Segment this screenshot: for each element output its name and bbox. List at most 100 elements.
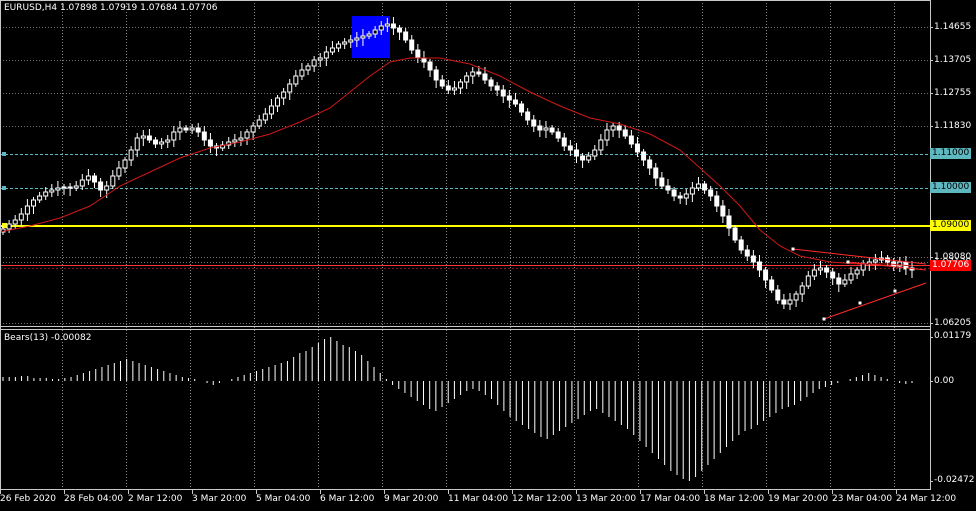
indicator-scale-label: -0.02472 [934, 475, 975, 485]
candle-body [628, 135, 634, 145]
candle-body [634, 143, 640, 153]
candle-body [299, 69, 305, 77]
time-label: 3 Mar 20:00 [192, 494, 247, 504]
candle-body [555, 131, 561, 139]
candle-body [360, 35, 366, 39]
candle-body [720, 205, 726, 217]
candle-body [329, 47, 335, 53]
candle-body [98, 181, 104, 191]
candle-body [506, 95, 512, 101]
candle-body [6, 223, 12, 230]
candle-body [775, 289, 781, 301]
candle-body [549, 127, 555, 133]
candle-body [140, 135, 146, 139]
time-label: 28 Feb 04:00 [64, 494, 124, 504]
candle-body [714, 195, 720, 207]
candle-body [451, 87, 457, 91]
time-label: 12 Mar 12:00 [512, 494, 573, 504]
price-label: 1.12755 [934, 88, 972, 98]
candle-body [281, 91, 287, 99]
bears-histogram [2, 337, 913, 481]
candle-body [445, 85, 451, 91]
candlesticks [0, 17, 915, 310]
candle-body [525, 111, 531, 121]
candle-body [695, 183, 701, 189]
candle-body [128, 149, 134, 161]
trendline [823, 282, 927, 320]
candle-body [665, 185, 671, 191]
candle-body [830, 271, 836, 279]
candle-body [531, 119, 537, 127]
candle-body [31, 199, 37, 207]
level-handle [2, 186, 6, 190]
candle-body [500, 89, 506, 97]
candle-body [769, 279, 775, 291]
candle-body [586, 155, 592, 161]
indicator-scale-label: 0.00 [934, 376, 955, 386]
candle-body [519, 103, 525, 113]
candle-body [73, 185, 79, 189]
candle-body [67, 186, 73, 189]
time-label: 17 Mar 04:00 [640, 494, 701, 504]
candle-body [317, 57, 323, 61]
candle-body [848, 273, 854, 281]
candle-body [824, 267, 830, 273]
candle-body [439, 79, 445, 87]
current-price-tag: 1.07706 [930, 260, 972, 271]
candle-body [494, 85, 500, 91]
candle-body [610, 125, 616, 131]
candle-body [323, 51, 329, 59]
candle-body [763, 269, 769, 281]
candle-body [805, 275, 811, 287]
candle-body [415, 49, 421, 59]
candle-body [397, 27, 403, 33]
candle-body [738, 239, 744, 251]
time-label: 24 Mar 12:00 [896, 494, 957, 504]
candle-body [49, 189, 55, 193]
candle-body [189, 127, 195, 131]
candle-body [305, 65, 311, 71]
candle-body [641, 151, 647, 161]
candle-body [427, 61, 433, 71]
candle-body [250, 125, 256, 133]
candle-body [647, 159, 653, 169]
candle-body [622, 129, 628, 137]
time-label: 6 Mar 12:00 [320, 494, 375, 504]
candle-body [537, 125, 543, 131]
candle-body [24, 205, 30, 215]
candle-body [122, 159, 128, 169]
trendline-point [846, 260, 850, 264]
candle-body [238, 137, 244, 141]
candle-body [342, 41, 348, 45]
candle-body [604, 129, 610, 141]
candle-body [85, 175, 91, 181]
candle-body [561, 137, 567, 147]
candle-body [732, 227, 738, 241]
candle-body [677, 195, 683, 199]
time-label: 19 Mar 20:00 [768, 494, 829, 504]
candle-body [403, 31, 409, 41]
time-label: 9 Mar 20:00 [384, 494, 439, 504]
candle-body [287, 83, 293, 93]
candle-body [262, 113, 268, 121]
trendline-point [791, 247, 795, 251]
level-handle [2, 152, 6, 156]
candle-body [580, 155, 586, 161]
level-tag-cyan: 1.11000 [930, 148, 972, 159]
trendline-point [858, 301, 862, 305]
price-label: 1.11830 [934, 121, 972, 131]
chart-canvas[interactable] [0, 0, 976, 511]
candle-body [195, 127, 201, 133]
candle-body [543, 127, 549, 131]
candle-body [116, 167, 122, 177]
candle-body [470, 71, 476, 77]
price-label: 1.14655 [934, 22, 972, 32]
price-label: 1.06205 [934, 318, 972, 328]
indicator-scale-label: 0.01179 [934, 331, 972, 341]
candle-body [854, 269, 860, 275]
level-tag-yellow: 1.09000 [930, 220, 972, 231]
chart-grid [0, 0, 930, 490]
candle-body [512, 99, 518, 105]
candle-body [43, 191, 49, 197]
selection-highlight[interactable] [352, 16, 390, 58]
